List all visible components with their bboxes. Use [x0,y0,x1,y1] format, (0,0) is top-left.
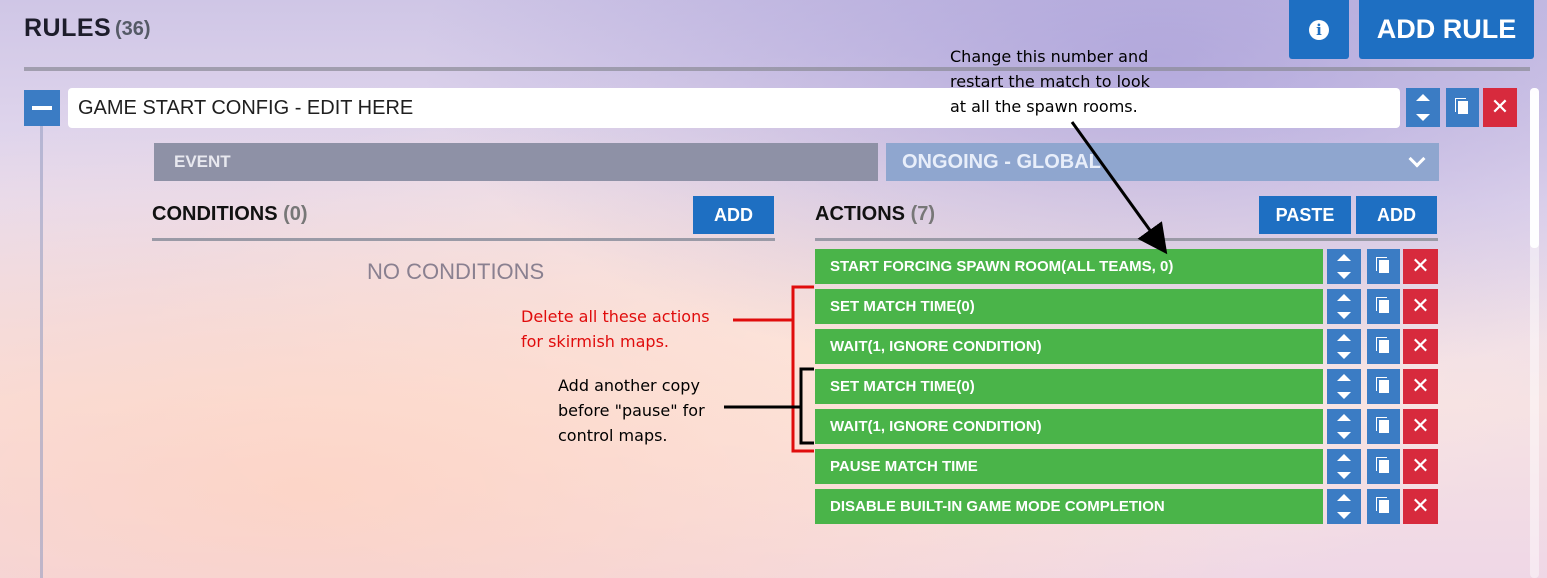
annotation-overlay [724,121,1168,453]
black-bracket [799,367,814,445]
annotation-line: Add another copy [558,376,700,395]
annotation-spawn-note: Change this number and restart the match… [950,44,1210,119]
annotation-line: Delete all these actions [521,307,710,326]
annotation-arrow [1070,121,1168,255]
annotation-line: control maps. [558,426,668,445]
annotation-line: at all the spawn rooms. [950,97,1138,116]
annotation-skirmish-note: Delete all these actions for skirmish ma… [521,304,751,354]
annotation-line: before "pause" for [558,401,705,420]
annotation-line: for skirmish maps. [521,332,669,351]
annotation-control-note: Add another copy before "pause" for cont… [558,373,758,448]
annotation-line: Change this number and [950,47,1149,66]
annotation-line: restart the match to look [950,72,1150,91]
